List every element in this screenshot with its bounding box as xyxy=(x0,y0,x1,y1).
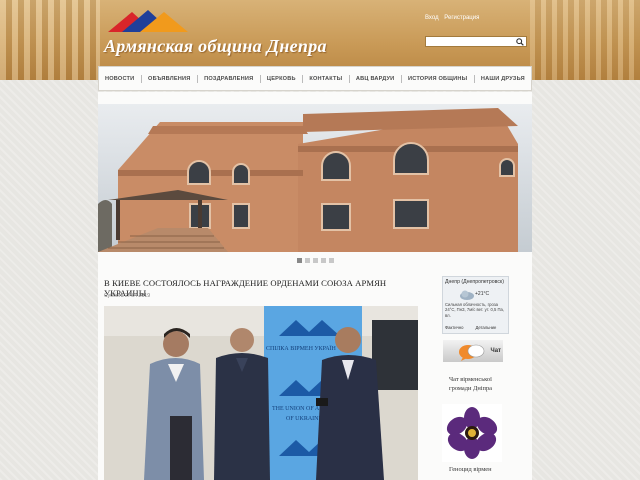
logo-icon[interactable] xyxy=(106,6,192,36)
banner-text-1: СПІЛКА ВІРМЕН УКРАЇН xyxy=(266,345,337,352)
weather-link-actual[interactable]: Фактично xyxy=(445,325,463,330)
article-photo[interactable]: СПІЛКА ВІРМЕН УКРАЇН THE UNION OF ARM OF… xyxy=(104,306,418,480)
nav-separator xyxy=(302,74,304,83)
nav-separator xyxy=(473,74,475,83)
weather-link-detailed[interactable]: Детальние xyxy=(475,325,496,330)
banner-text-3: OF UKRAINE xyxy=(286,416,323,422)
auth-links: Вход Регистрация xyxy=(425,15,483,21)
building-image xyxy=(98,104,532,252)
article-headline[interactable]: В КИЕВЕ СОСТОЯЛОСЬ НАГРАЖДЕНИЕ ОРДЕНАМИ … xyxy=(104,278,424,298)
chat-label: Чат xyxy=(490,348,502,354)
weather-widget[interactable]: Днепр (Днепропетровск) +21°C Сильная обл… xyxy=(442,276,509,334)
genocide-caption[interactable]: Геноцид вірмен xyxy=(449,466,492,473)
slider-dot[interactable] xyxy=(305,258,310,263)
nav-item-contacts[interactable]: КОНТАКТЫ xyxy=(309,76,342,82)
weather-description: Сильная облачность, гроза 24°С, ПнЗ, 7м/… xyxy=(445,302,504,318)
cloud-icon xyxy=(460,290,474,300)
chat-bubble-icon xyxy=(459,344,485,361)
weather-temp: +21°C xyxy=(475,291,490,297)
article-date: Суббота 27.04.2019 xyxy=(104,293,150,299)
weather-links: Фактично Детальние xyxy=(445,325,496,330)
nav-item-church[interactable]: ЦЕРКОВЬ xyxy=(267,76,296,82)
main-nav: НОВОСТИ ОБЪЯВЛЕНИЯ ПОЗДРАВЛЕНИЯ ЦЕРКОВЬ … xyxy=(98,66,532,91)
nav-item-friends[interactable]: НАШИ ДРУЗЬЯ xyxy=(481,76,525,82)
nav-separator xyxy=(196,74,198,83)
chat-caption[interactable]: Чат вірменської громади Дніпра xyxy=(449,375,509,394)
nav-separator xyxy=(348,74,350,83)
register-link[interactable]: Регистрация xyxy=(444,15,479,21)
chat-banner[interactable]: Чат xyxy=(443,340,503,362)
nav-item-greetings[interactable]: ПОЗДРАВЛЕНИЯ xyxy=(204,76,253,82)
login-link[interactable]: Вход xyxy=(425,15,439,21)
site-title[interactable]: Армянская община Днепра xyxy=(104,36,327,57)
award-ceremony-image: СПІЛКА ВІРМЕН УКРАЇН THE UNION OF ARM OF… xyxy=(104,306,418,480)
header-decor-right xyxy=(530,0,640,80)
nav-item-avc-vardui[interactable]: АВЦ ВАРДУИ xyxy=(356,76,394,82)
nav-item-history[interactable]: ИСТОРИЯ ОБЩИНЫ xyxy=(408,76,467,82)
hero-slider-image[interactable] xyxy=(98,104,532,252)
header-decor-left xyxy=(0,0,100,80)
nav-separator xyxy=(400,74,402,83)
search-input[interactable] xyxy=(425,36,527,47)
nav-item-ads[interactable]: ОБЪЯВЛЕНИЯ xyxy=(148,76,190,82)
slider-dots xyxy=(297,258,334,263)
search-icon[interactable] xyxy=(516,38,524,46)
forget-me-not-flower-icon[interactable] xyxy=(442,404,502,462)
slider-dot[interactable] xyxy=(329,258,334,263)
slider-dot[interactable] xyxy=(321,258,326,263)
nav-separator xyxy=(140,74,142,83)
weather-city: Днепр (Днепропетровск) xyxy=(445,279,504,285)
slider-dot[interactable] xyxy=(313,258,318,263)
slider-dot[interactable] xyxy=(297,258,302,263)
nav-item-news[interactable]: НОВОСТИ xyxy=(105,76,134,82)
nav-separator xyxy=(259,74,261,83)
